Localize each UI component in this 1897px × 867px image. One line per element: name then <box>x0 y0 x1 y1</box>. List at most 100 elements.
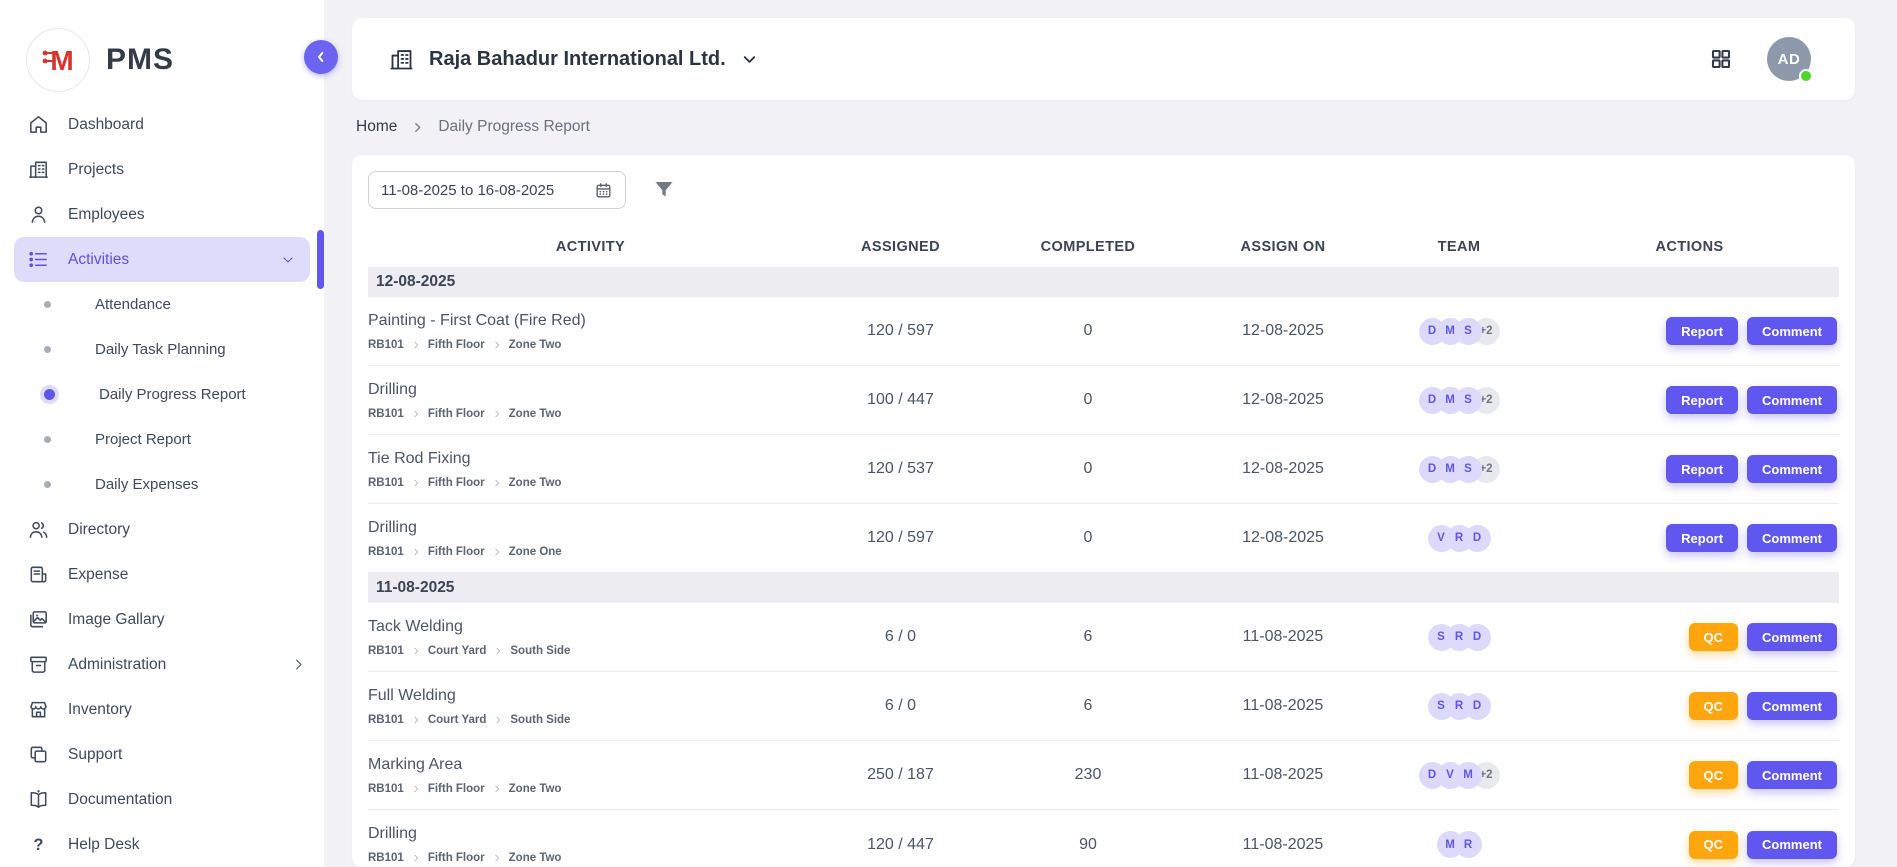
filter-row <box>368 171 1839 209</box>
activity-location-path: RB101Fifth FloorZone Two <box>368 339 803 351</box>
sidebar-subitem-daily-expenses[interactable]: Daily Expenses <box>0 462 324 507</box>
comment-button[interactable]: Comment <box>1747 524 1837 552</box>
qc-button[interactable]: QC <box>1689 761 1739 789</box>
company-name: Raja Bahadur International Ltd. <box>429 48 726 71</box>
sidebar-item-label: Expense <box>68 566 128 584</box>
archive-icon <box>26 653 50 677</box>
team-avatars: SRD <box>1378 693 1540 720</box>
team-avatars: DMS+2 <box>1378 387 1540 414</box>
comment-button[interactable]: Comment <box>1747 623 1837 651</box>
sidebar-item-documentation[interactable]: Documentation <box>0 777 324 822</box>
apps-grid-icon[interactable] <box>1709 47 1733 71</box>
logo-m-icon: M <box>26 28 90 92</box>
table-row: Tie Rod FixingRB101Fifth FloorZone Two12… <box>368 435 1839 504</box>
qc-button[interactable]: QC <box>1689 623 1739 651</box>
user-avatar[interactable]: AD <box>1767 37 1811 81</box>
completed-value: 230 <box>988 766 1188 784</box>
path-segment: Zone Two <box>509 783 562 795</box>
report-button[interactable]: Report <box>1666 317 1738 345</box>
path-segment: RB101 <box>368 339 404 351</box>
chevron-right-icon <box>492 478 502 488</box>
report-button[interactable]: Report <box>1666 386 1738 414</box>
assigned-value: 100 / 447 <box>813 391 988 409</box>
submenu-dot-icon <box>44 436 51 443</box>
team-member-avatar: D <box>1419 762 1446 789</box>
sidebar-item-label: Projects <box>68 161 124 179</box>
submenu-dot-icon <box>44 301 51 308</box>
completed-value: 0 <box>988 322 1188 340</box>
team-avatars: DMS+2 <box>1378 318 1540 345</box>
comment-button[interactable]: Comment <box>1747 761 1837 789</box>
breadcrumb-home[interactable]: Home <box>356 118 397 136</box>
comment-button[interactable]: Comment <box>1747 317 1837 345</box>
comment-button[interactable]: Comment <box>1747 831 1837 859</box>
sidebar-item-dashboard[interactable]: Dashboard <box>0 102 324 147</box>
activity-title: Marking Area <box>368 756 803 774</box>
sidebar-item-label: Activities <box>68 251 129 269</box>
team-member-avatar: D <box>1419 387 1446 414</box>
comment-button[interactable]: Comment <box>1747 455 1837 483</box>
activity-cell: Full WeldingRB101Court YardSouth Side <box>368 687 813 726</box>
sidebar-item-projects[interactable]: Projects <box>0 147 324 192</box>
table-row: Marking AreaRB101Fifth FloorZone Two250 … <box>368 741 1839 810</box>
sidebar-subitem-label: Project Report <box>95 431 191 448</box>
assigned-value: 120 / 597 <box>813 322 988 340</box>
path-segment: Fifth Floor <box>428 546 485 558</box>
copy-icon <box>26 743 50 767</box>
path-segment: Fifth Floor <box>428 783 485 795</box>
sidebar-subitem-label: Daily Task Planning <box>95 341 226 358</box>
receipt-icon <box>26 563 50 587</box>
assigned-value: 120 / 447 <box>813 836 988 854</box>
activity-cell: Painting - First Coat (Fire Red) RB101Fif… <box>368 312 813 351</box>
sidebar-item-expense[interactable]: Expense <box>0 552 324 597</box>
chevron-right-icon <box>492 340 502 350</box>
date-range-picker[interactable] <box>368 171 626 209</box>
comment-button[interactable]: Comment <box>1747 692 1837 720</box>
path-segment: RB101 <box>368 852 404 864</box>
activity-cell: Tie Rod FixingRB101Fifth FloorZone Two <box>368 450 813 489</box>
activity-location-path: RB101 Fifth Floor Zone Two <box>368 852 803 864</box>
filter-funnel-icon[interactable] <box>652 178 676 202</box>
assign-on-date: 12-08-2025 <box>1188 460 1378 478</box>
sidebar-item-image-gallary[interactable]: Image Gallary <box>0 597 324 642</box>
team-member-avatar: V <box>1428 525 1455 552</box>
table-row: DrillingRB101Fifth FloorZone Two100 / 44… <box>368 366 1839 435</box>
activity-title: Painting - First Coat (Fire Red) <box>368 312 803 330</box>
completed-value: 90 <box>988 836 1188 854</box>
svg-text:M: M <box>50 45 73 76</box>
sidebar-item-directory[interactable]: Directory <box>0 507 324 552</box>
table-row: Tack WeldingRB101Court YardSouth Side6 /… <box>368 603 1839 672</box>
sidebar-subitem-daily-task-planning[interactable]: Daily Task Planning <box>0 327 324 372</box>
breadcrumb: Home Daily Progress Report <box>356 118 590 136</box>
path-segment: Fifth Floor <box>428 852 485 864</box>
sidebar-item-support[interactable]: Support <box>0 732 324 777</box>
qc-button[interactable]: QC <box>1689 692 1739 720</box>
sidebar-subitem-daily-progress-report[interactable]: Daily Progress Report <box>0 372 324 417</box>
sidebar-subitem-attendance[interactable]: Attendance <box>0 282 324 327</box>
activity-location-path: RB101Fifth FloorZone Two <box>368 408 803 420</box>
date-range-input[interactable] <box>381 182 586 199</box>
sidebar-item-inventory[interactable]: Inventory <box>0 687 324 732</box>
path-segment: Zone One <box>509 546 562 558</box>
chevron-right-icon <box>411 547 421 557</box>
assigned-value: 120 / 537 <box>813 460 988 478</box>
path-segment: RB101 <box>368 645 404 657</box>
sidebar-item-administration[interactable]: Administration <box>0 642 324 687</box>
sidebar-item-help-desk[interactable]: ?Help Desk <box>0 822 324 867</box>
path-segment: Zone Two <box>509 477 562 489</box>
path-segment: Zone Two <box>509 408 562 420</box>
qc-button[interactable]: QC <box>1689 831 1739 859</box>
company-selector[interactable]: Raja Bahadur International Ltd. <box>388 46 759 73</box>
sidebar-subitem-project-report[interactable]: Project Report <box>0 417 324 462</box>
sidebar-item-employees[interactable]: Employees <box>0 192 324 237</box>
chevron-right-icon <box>411 409 421 419</box>
report-button[interactable]: Report <box>1666 524 1738 552</box>
top-header: Raja Bahadur International Ltd. AD <box>352 18 1855 100</box>
sidebar-item-activities[interactable]: Activities <box>14 237 310 282</box>
report-button[interactable]: Report <box>1666 455 1738 483</box>
person-icon <box>26 203 50 227</box>
comment-button[interactable]: Comment <box>1747 386 1837 414</box>
sidebar-collapse-button[interactable] <box>304 40 338 74</box>
path-segment: Zone Two <box>509 852 562 864</box>
team-member-avatar: M <box>1437 831 1464 858</box>
